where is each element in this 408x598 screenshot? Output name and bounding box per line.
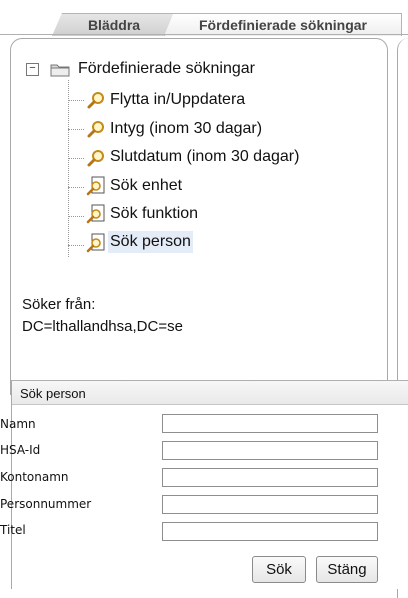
tree-item-sok-enhet[interactable]: Sök enhet [110,175,182,197]
tree-item-sok-funktion[interactable]: Sök funktion [110,203,198,225]
personnummer-input[interactable] [162,495,378,514]
kontonamn-input[interactable] [162,468,378,487]
tree-item-sok-person[interactable]: Sök person [108,231,193,253]
magnifier-icon [87,150,104,167]
tab-bladdra[interactable]: Bläddra [52,13,176,36]
search-document-icon [86,176,105,196]
folder-icon [50,64,70,77]
close-button[interactable]: Stäng [316,556,378,583]
magnifier-icon [87,121,104,138]
magnifier-icon [87,92,104,109]
field-label-titel: Titel [0,523,26,537]
tree-connector [68,100,84,101]
tree-item-slutdatum[interactable]: Slutdatum (inom 30 dagar) [110,146,299,168]
namn-input[interactable] [162,414,378,433]
tree-item-intyg[interactable]: Intyg (inom 30 dagar) [110,118,262,140]
tree-connector [68,129,84,130]
tree-root-label[interactable]: Fördefinierade sökningar [78,58,255,80]
tree-connector [68,216,84,217]
field-label-kontonamn: Kontonamn [0,470,69,484]
field-label-hsa-id: HSA-Id [0,443,41,457]
search-document-icon [86,204,105,224]
search-document-icon [86,233,105,253]
tab-divider [0,34,408,35]
search-scope: Söker från: DC=lthallandhsa,DC=se [22,294,183,338]
field-label-namn: Namn [0,417,36,431]
form-title: Sök person [12,380,408,405]
tab-bar: Bläddra Fördefinierade sökningar [0,0,408,36]
tree-connector [68,158,84,159]
tree-item-flytta[interactable]: Flytta in/Uppdatera [110,89,245,111]
tab-fordefinierade-sokningar[interactable]: Fördefinierade sökningar [164,13,402,36]
hsa-id-input[interactable] [162,441,378,460]
field-label-personnummer: Personnummer [0,497,92,511]
search-button[interactable]: Sök [252,556,306,583]
tree-connector [68,187,84,188]
search-scope-value: DC=lthallandhsa,DC=se [22,318,183,335]
tree-connector [68,245,84,246]
collapse-toggle-icon[interactable]: − [26,63,39,76]
titel-input[interactable] [162,522,378,541]
search-scope-label: Söker från: [22,296,96,313]
tree-guide-line [68,80,69,257]
